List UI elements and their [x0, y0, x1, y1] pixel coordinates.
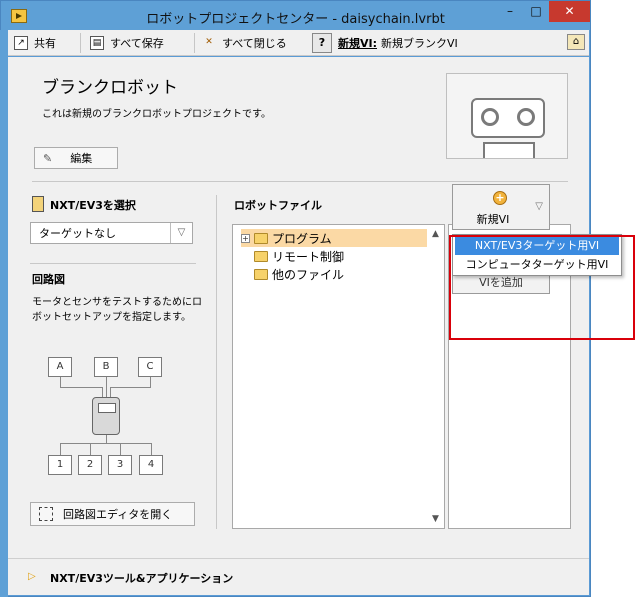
pencil-icon: ✎: [43, 151, 53, 165]
wire: [102, 387, 103, 397]
files-section-label: ロボットファイル: [234, 199, 322, 212]
wire: [60, 377, 61, 387]
tree-item-other-files[interactable]: 他のファイル: [254, 265, 344, 283]
new-vi-button[interactable]: + 新規VI ▽: [452, 184, 550, 230]
share-label: 共有: [34, 37, 56, 50]
title-bar[interactable]: ロボットプロジェクトセンター - daisychain.lvrbt – □ ✕: [1, 1, 590, 31]
tools-label: NXT/EV3ツール&アプリケーション: [50, 572, 234, 585]
circuit-diagram: A B C 1 2 3 4: [38, 355, 178, 477]
tree-item-program[interactable]: + プログラム: [241, 229, 427, 247]
port-3: 3: [108, 455, 132, 475]
save-icon: ▤: [90, 36, 104, 50]
robot-body: [483, 142, 535, 158]
robot-eye-left: [481, 108, 499, 126]
wire: [110, 387, 151, 388]
target-select[interactable]: ターゲットなし ▽: [30, 222, 193, 244]
nxt-brick-icon: [32, 196, 44, 212]
wire: [90, 443, 91, 455]
open-circuit-editor-button[interactable]: 回路図エディタを開く: [30, 502, 195, 526]
toolbar-divider: [80, 33, 81, 53]
port-1: 1: [48, 455, 72, 475]
edit-button[interactable]: ✎ 編集: [34, 147, 118, 169]
wire: [151, 443, 152, 455]
wire: [150, 377, 151, 387]
maximize-button[interactable]: □: [523, 1, 549, 22]
circuit-editor-icon: [39, 507, 53, 521]
divider: [32, 181, 568, 182]
port-a: A: [48, 357, 72, 377]
vertical-scrollbar[interactable]: ▲ ▼: [430, 225, 444, 528]
tree-item-remote-control[interactable]: リモート制御: [254, 247, 344, 265]
folder-icon: [254, 250, 268, 262]
toolbar: ↗ 共有 ▤ すべて保存 ✕ すべて閉じる ? 新規VI: 新規ブランクVI ⌂: [8, 30, 589, 56]
expand-triangle-icon[interactable]: ▷: [28, 571, 36, 582]
port-2: 2: [78, 455, 102, 475]
chevron-down-icon[interactable]: ▽: [170, 223, 192, 243]
folder-icon: [254, 232, 268, 244]
wire: [106, 377, 107, 397]
chevron-down-icon[interactable]: ▽: [535, 201, 543, 212]
highlight-annotation: [449, 235, 635, 340]
nxt-brick-diagram: [92, 397, 120, 435]
wire: [60, 387, 102, 388]
add-icon: +: [493, 191, 507, 205]
circuit-section-label: 回路図: [32, 273, 65, 286]
edit-label: 編集: [70, 152, 93, 165]
wire: [106, 435, 107, 443]
bottom-bar[interactable]: ▷ NXT/EV3ツール&アプリケーション: [8, 558, 589, 594]
port-b: B: [94, 357, 118, 377]
circuit-description: モータとセンサをテストするためにロボットセットアップを指定します。: [32, 297, 202, 323]
wire: [60, 443, 61, 455]
wire: [120, 443, 121, 455]
new-vi-label: 新規VI: [476, 213, 510, 226]
divider: [30, 263, 196, 264]
port-4: 4: [139, 455, 163, 475]
scroll-down-icon[interactable]: ▼: [432, 514, 439, 524]
close-all-button[interactable]: ✕ すべて閉じる: [202, 33, 287, 53]
share-icon: ↗: [14, 36, 28, 50]
minimize-button[interactable]: –: [497, 1, 523, 22]
robot-eye-right: [517, 108, 535, 126]
save-all-label: すべて保存: [110, 37, 164, 50]
expand-icon[interactable]: +: [241, 233, 250, 243]
window-frame-left: [0, 30, 8, 597]
home-icon[interactable]: ⌂: [567, 34, 585, 50]
column-divider: [216, 195, 217, 529]
close-button[interactable]: ✕: [549, 1, 590, 22]
robot-image: [446, 73, 568, 159]
scroll-up-icon[interactable]: ▲: [432, 229, 439, 239]
target-section-label: NXT/EV3を選択: [50, 199, 136, 212]
tree-item-label: プログラム: [272, 231, 332, 246]
target-select-value: ターゲットなし: [39, 227, 116, 240]
close-all-label: すべて閉じる: [222, 37, 287, 50]
toolbar-divider: [194, 33, 195, 53]
share-button[interactable]: ↗ 共有: [14, 33, 56, 53]
wire: [110, 387, 111, 397]
folder-icon: [254, 268, 268, 280]
save-all-button[interactable]: ▤ すべて保存: [90, 33, 164, 53]
port-c: C: [138, 357, 162, 377]
close-all-icon: ✕: [205, 37, 213, 47]
project-title: ブランクロボット: [42, 78, 178, 98]
tree-item-label: リモート制御: [272, 249, 345, 264]
wire: [60, 443, 152, 444]
robot-files-tree[interactable]: + プログラム リモート制御 他のファイル ▲ ▼: [232, 224, 445, 529]
tree-item-label: 他のファイル: [272, 267, 345, 282]
robot-head: [471, 98, 545, 138]
new-vi-name: 新規ブランクVI: [381, 37, 458, 50]
open-circuit-editor-label: 回路図エディタを開く: [63, 508, 173, 521]
new-vi-toolbar-button[interactable]: ? 新規VI: 新規ブランクVI: [312, 32, 458, 54]
new-vi-prefix: 新規VI:: [338, 37, 378, 50]
project-description: これは新規のブランクロボットプロジェクトです。: [42, 109, 271, 120]
vi-icon: ?: [312, 33, 332, 53]
